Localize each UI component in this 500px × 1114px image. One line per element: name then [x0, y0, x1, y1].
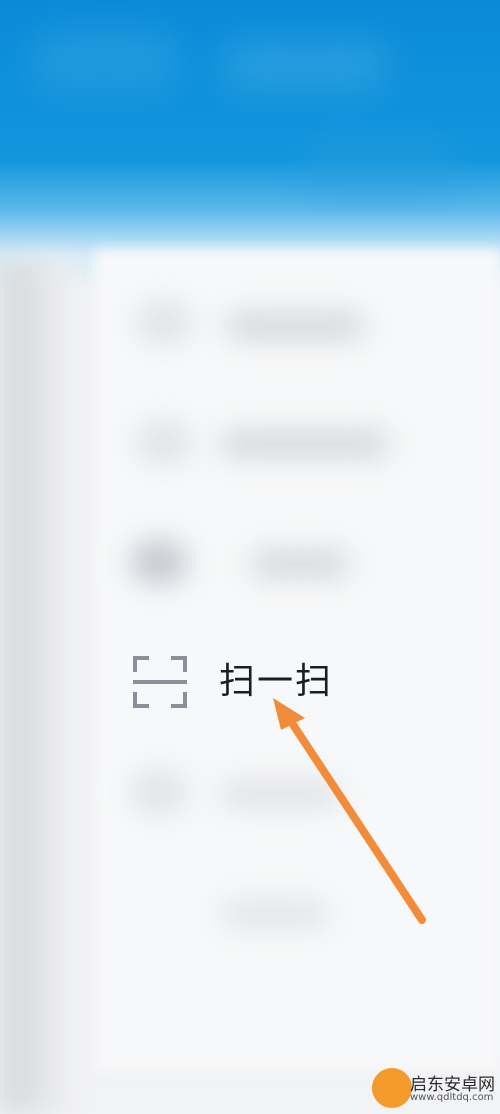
- watermark-url: www.qdltdq.com: [410, 1092, 494, 1103]
- blurred-menu-item[interactable]: [220, 430, 390, 458]
- blurred-menu-item[interactable]: [225, 312, 365, 340]
- blurred-menu-item[interactable]: [220, 900, 330, 928]
- blurred-menu-item[interactable]: [220, 780, 340, 808]
- blurred-menu-icon: [135, 420, 193, 464]
- blurred-header-element: [30, 30, 180, 90]
- site-watermark: 启东安卓网 www.qdltdq.com: [362, 1060, 500, 1114]
- scan-icon: [133, 656, 187, 708]
- blurred-menu-icon: [130, 540, 188, 584]
- blurred-sidebar: [0, 260, 70, 1114]
- watermark-logo-icon: [372, 1068, 412, 1108]
- scan-menu-item[interactable]: 扫一扫: [125, 648, 365, 718]
- blurred-menu-item[interactable]: [250, 550, 350, 578]
- blurred-header-element: [220, 40, 390, 90]
- blurred-menu-icon: [130, 770, 188, 814]
- blurred-menu-icon: [135, 300, 193, 344]
- blurred-header: [0, 0, 500, 290]
- app-screen: 扫一扫 启东安卓网 www.qdltdq.com: [0, 0, 500, 1114]
- scan-label: 扫一扫: [219, 661, 334, 702]
- blurred-header-element: [300, 140, 460, 190]
